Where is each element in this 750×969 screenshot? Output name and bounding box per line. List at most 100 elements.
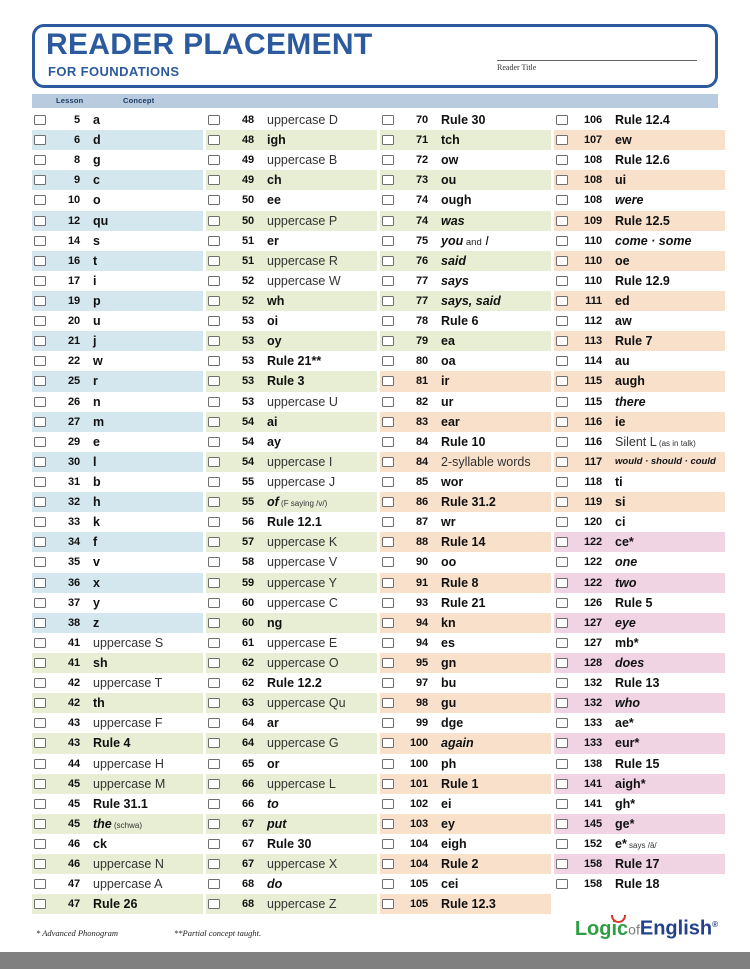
checkbox-icon[interactable] — [556, 798, 568, 809]
checkbox-icon[interactable] — [208, 376, 220, 387]
checkbox-icon[interactable] — [208, 658, 220, 668]
checkbox-icon[interactable] — [556, 637, 568, 648]
checkbox-icon[interactable] — [556, 517, 568, 528]
checkbox-icon[interactable] — [34, 899, 46, 910]
checkbox-icon[interactable] — [34, 859, 46, 870]
checkbox-icon[interactable] — [208, 275, 220, 286]
checkbox-icon[interactable] — [556, 336, 568, 347]
checkbox-icon[interactable] — [382, 436, 394, 447]
checkbox-icon[interactable] — [208, 316, 220, 327]
checkbox-icon[interactable] — [34, 778, 46, 789]
checkbox-icon[interactable] — [556, 155, 568, 166]
checkbox-icon[interactable] — [208, 637, 220, 648]
checkbox-icon[interactable] — [556, 135, 568, 146]
checkbox-icon[interactable] — [34, 678, 46, 689]
checkbox-icon[interactable] — [556, 577, 568, 588]
checkbox-icon[interactable] — [208, 456, 220, 467]
checkbox-icon[interactable] — [34, 416, 46, 427]
checkbox-icon[interactable] — [556, 416, 568, 427]
checkbox-icon[interactable] — [556, 758, 568, 769]
checkbox-icon[interactable] — [382, 356, 394, 367]
checkbox-icon[interactable] — [382, 115, 394, 126]
checkbox-icon[interactable] — [556, 879, 568, 890]
checkbox-icon[interactable] — [382, 215, 394, 226]
checkbox-icon[interactable] — [208, 255, 220, 266]
checkbox-icon[interactable] — [208, 557, 220, 568]
checkbox-icon[interactable] — [34, 838, 46, 849]
checkbox-icon[interactable] — [34, 718, 46, 729]
checkbox-icon[interactable] — [382, 155, 394, 166]
checkbox-icon[interactable] — [556, 296, 568, 307]
checkbox-icon[interactable] — [34, 537, 46, 548]
checkbox-icon[interactable] — [208, 617, 220, 628]
checkbox-icon[interactable] — [208, 758, 220, 769]
checkbox-icon[interactable] — [34, 456, 46, 467]
checkbox-icon[interactable] — [34, 135, 46, 146]
checkbox-icon[interactable] — [34, 658, 46, 668]
checkbox-icon[interactable] — [34, 175, 46, 186]
checkbox-icon[interactable] — [382, 658, 394, 668]
checkbox-icon[interactable] — [382, 637, 394, 648]
checkbox-icon[interactable] — [208, 215, 220, 226]
checkbox-icon[interactable] — [208, 195, 220, 206]
checkbox-icon[interactable] — [34, 215, 46, 226]
checkbox-icon[interactable] — [208, 336, 220, 347]
checkbox-icon[interactable] — [34, 235, 46, 246]
checkbox-icon[interactable] — [34, 376, 46, 387]
checkbox-icon[interactable] — [382, 376, 394, 387]
checkbox-icon[interactable] — [556, 477, 568, 488]
checkbox-icon[interactable] — [556, 396, 568, 407]
checkbox-icon[interactable] — [382, 235, 394, 246]
checkbox-icon[interactable] — [556, 356, 568, 367]
checkbox-icon[interactable] — [382, 296, 394, 307]
checkbox-icon[interactable] — [556, 456, 568, 467]
checkbox-icon[interactable] — [208, 899, 220, 910]
checkbox-icon[interactable] — [34, 597, 46, 608]
checkbox-icon[interactable] — [556, 195, 568, 206]
checkbox-icon[interactable] — [382, 698, 394, 709]
checkbox-icon[interactable] — [208, 838, 220, 849]
checkbox-icon[interactable] — [208, 416, 220, 427]
checkbox-icon[interactable] — [382, 838, 394, 849]
checkbox-icon[interactable] — [382, 316, 394, 327]
checkbox-icon[interactable] — [382, 497, 394, 508]
checkbox-icon[interactable] — [208, 879, 220, 890]
checkbox-icon[interactable] — [382, 537, 394, 548]
checkbox-icon[interactable] — [382, 195, 394, 206]
checkbox-icon[interactable] — [208, 698, 220, 709]
checkbox-icon[interactable] — [208, 436, 220, 447]
checkbox-icon[interactable] — [34, 497, 46, 508]
checkbox-icon[interactable] — [556, 115, 568, 126]
checkbox-icon[interactable] — [382, 416, 394, 427]
checkbox-icon[interactable] — [382, 456, 394, 467]
checkbox-icon[interactable] — [34, 557, 46, 568]
checkbox-icon[interactable] — [34, 275, 46, 286]
checkbox-icon[interactable] — [382, 255, 394, 266]
checkbox-icon[interactable] — [382, 597, 394, 608]
checkbox-icon[interactable] — [556, 275, 568, 286]
checkbox-icon[interactable] — [382, 577, 394, 588]
checkbox-icon[interactable] — [34, 316, 46, 327]
checkbox-icon[interactable] — [556, 255, 568, 266]
checkbox-icon[interactable] — [208, 537, 220, 548]
checkbox-icon[interactable] — [208, 859, 220, 870]
checkbox-icon[interactable] — [208, 818, 220, 829]
checkbox-icon[interactable] — [556, 215, 568, 226]
checkbox-icon[interactable] — [208, 135, 220, 146]
checkbox-icon[interactable] — [382, 738, 394, 749]
checkbox-icon[interactable] — [208, 577, 220, 588]
checkbox-icon[interactable] — [382, 396, 394, 407]
checkbox-icon[interactable] — [34, 798, 46, 809]
checkbox-icon[interactable] — [208, 396, 220, 407]
checkbox-icon[interactable] — [556, 497, 568, 508]
checkbox-icon[interactable] — [556, 658, 568, 668]
checkbox-icon[interactable] — [382, 557, 394, 568]
checkbox-icon[interactable] — [382, 879, 394, 890]
checkbox-icon[interactable] — [208, 356, 220, 367]
checkbox-icon[interactable] — [208, 738, 220, 749]
checkbox-icon[interactable] — [208, 477, 220, 488]
checkbox-icon[interactable] — [556, 778, 568, 789]
checkbox-icon[interactable] — [208, 678, 220, 689]
checkbox-icon[interactable] — [34, 296, 46, 307]
checkbox-icon[interactable] — [556, 557, 568, 568]
